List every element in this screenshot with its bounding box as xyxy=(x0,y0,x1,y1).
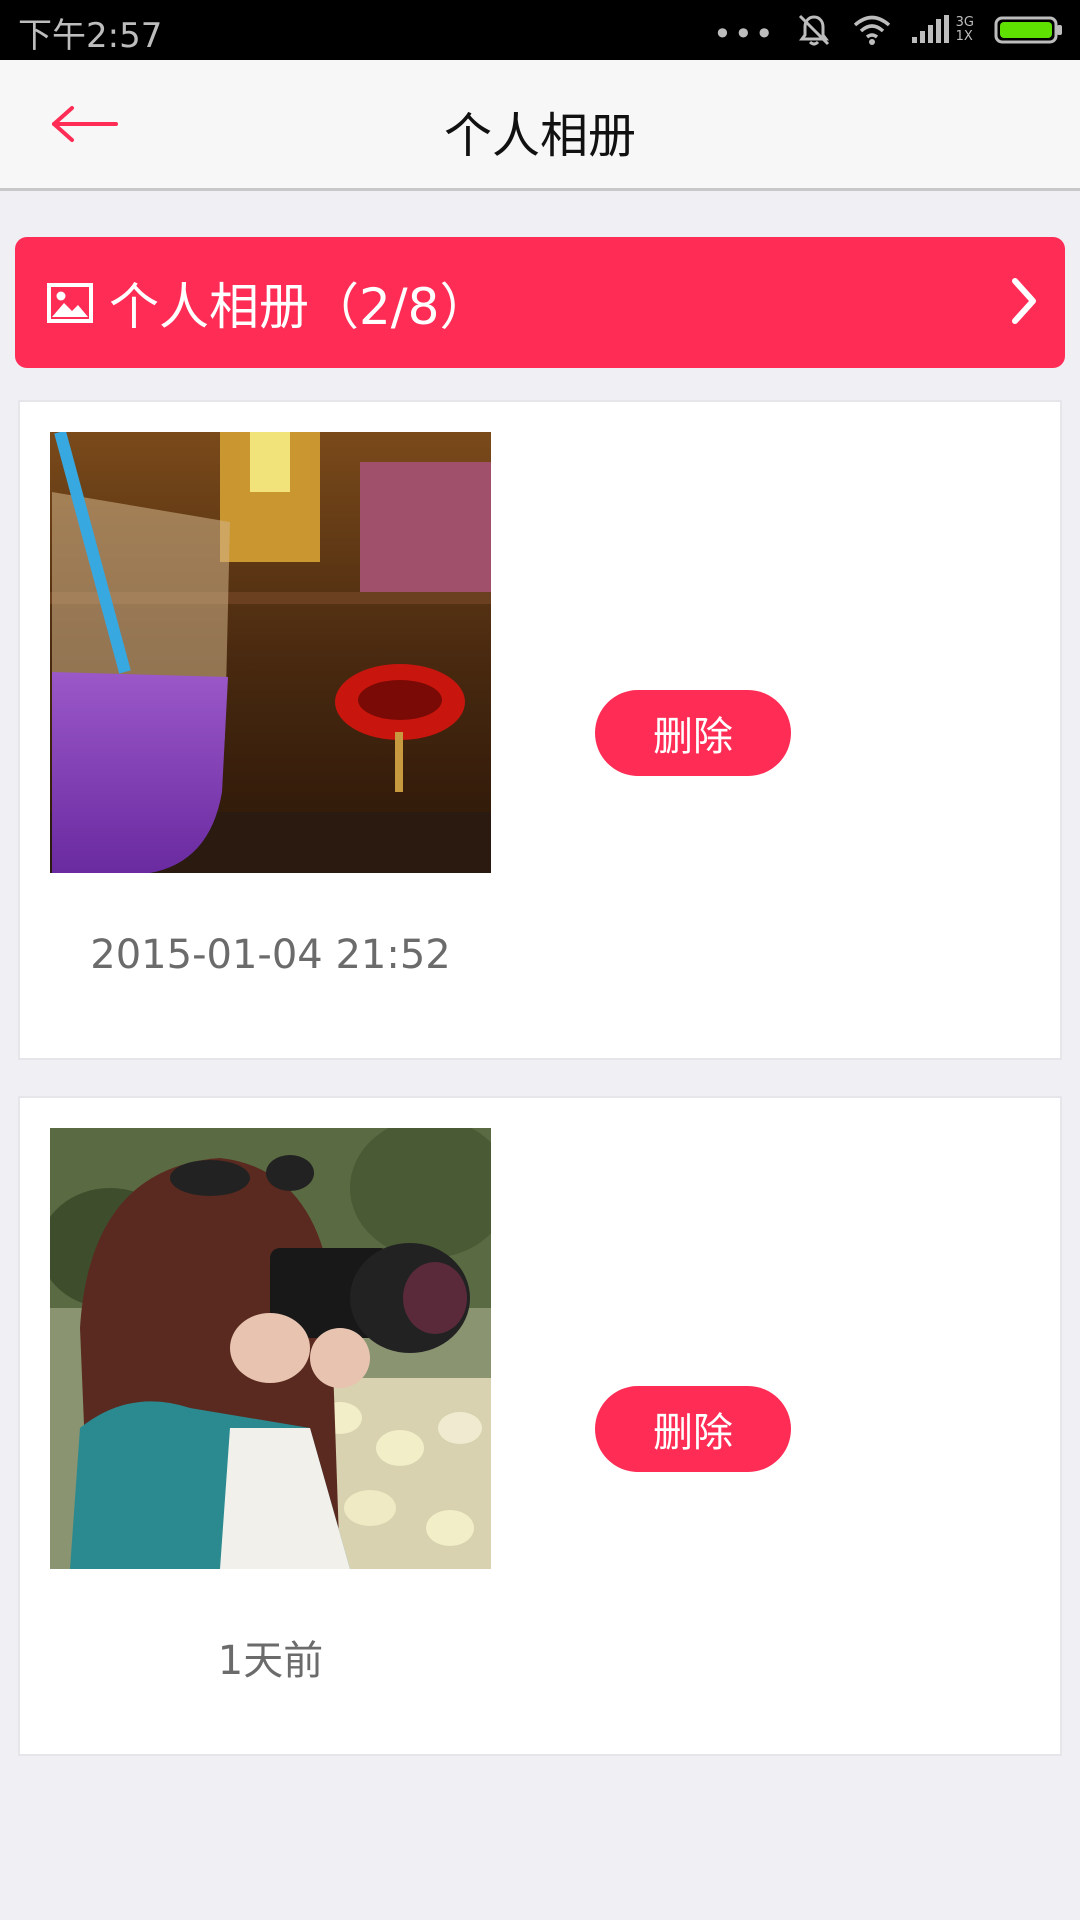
delete-button[interactable]: 删除 xyxy=(595,1386,791,1472)
image-icon xyxy=(47,282,93,323)
album-header-bar[interactable]: 个人相册 （2/8） xyxy=(15,237,1065,368)
album-count: （2/8） xyxy=(309,277,490,336)
battery-icon xyxy=(994,15,1064,45)
photo-thumbnail[interactable] xyxy=(50,1128,491,1569)
status-icons: ••• 3G 1X xyxy=(713,10,1064,53)
photo-card: 删除 1天前 xyxy=(18,1096,1062,1756)
more-dots-icon: ••• xyxy=(713,15,776,53)
photo-card: 删除 2015-01-04 21:52 xyxy=(18,400,1062,1060)
nav-bar: 个人相册 xyxy=(0,60,1080,191)
network-top-label: 3G xyxy=(955,15,974,30)
chevron-right-icon xyxy=(1007,273,1041,333)
photo-time: 1天前 xyxy=(217,1638,324,1684)
wifi-icon xyxy=(852,13,892,47)
photo-thumbnail[interactable] xyxy=(50,432,491,873)
page-title: 个人相册 xyxy=(443,108,636,164)
delete-button[interactable]: 删除 xyxy=(595,690,791,776)
network-bottom-label: 1X xyxy=(955,29,973,44)
signal-icon xyxy=(911,15,952,45)
mute-bell-icon xyxy=(796,12,832,48)
network-type: 3G 1X xyxy=(956,16,974,44)
photo-time: 2015-01-04 21:52 xyxy=(90,932,451,978)
status-bar: 下午2:57 ••• 3G 1X xyxy=(0,0,1080,60)
status-time: 下午2:57 xyxy=(18,16,163,56)
album-title: 个人相册 xyxy=(109,277,309,336)
